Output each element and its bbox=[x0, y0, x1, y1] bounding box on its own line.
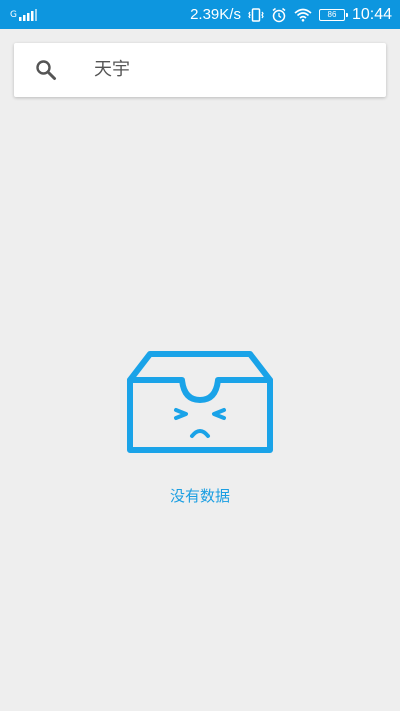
empty-box-icon bbox=[127, 351, 273, 453]
status-bar: G 2.39K/s 86 10:44 bbox=[0, 0, 400, 29]
vibrate-icon bbox=[248, 7, 264, 22]
signal-area: G bbox=[10, 0, 37, 29]
wifi-icon bbox=[294, 8, 312, 22]
search-icon[interactable] bbox=[34, 58, 58, 82]
status-icons: 2.39K/s 86 10:44 bbox=[190, 0, 392, 29]
alarm-icon bbox=[272, 7, 286, 22]
empty-state-message: 没有数据 bbox=[169, 487, 230, 505]
search-bar[interactable]: 天宇 bbox=[14, 43, 386, 97]
battery-level: 86 bbox=[327, 9, 337, 19]
search-input[interactable]: 天宇 bbox=[94, 43, 130, 97]
network-type-label: G bbox=[10, 10, 17, 20]
battery-icon: 86 bbox=[318, 8, 348, 21]
clock-time: 10:44 bbox=[351, 5, 392, 23]
network-speed: 2.39K/s bbox=[190, 6, 241, 23]
signal-icon bbox=[18, 8, 37, 21]
